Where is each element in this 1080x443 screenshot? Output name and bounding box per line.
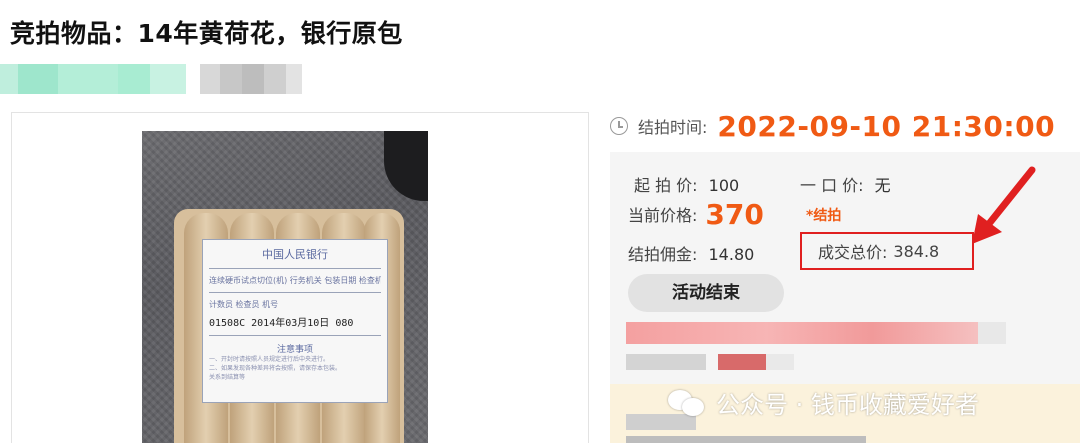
current-price-label: 当前价格: (628, 206, 698, 225)
watermark-text: 公众号 · 钱币收藏爱好者 (716, 391, 979, 419)
blurred-bar-3 (718, 354, 766, 370)
bank-label-note-3: 关系到结算等 (209, 374, 246, 381)
commission-label: 结拍佣金: (628, 245, 698, 264)
item-image-panel: 中国人民银行 连续硬币试点切位(机) 行务机关 包装日期 检查机 计数员 检查员… (11, 112, 589, 443)
start-price: 起 拍 价: 100 (634, 172, 739, 196)
bank-label-handwriting: 01508C 2014年03月10日 080 (209, 318, 354, 329)
current-price: 当前价格: 370 (628, 198, 764, 231)
bank-label-note-2: 二、如果发现各种差异将会按照，请保存本包装。 (209, 365, 342, 372)
auction-ended-button[interactable]: 活动结束 (628, 274, 784, 312)
bank-label-row: 连续硬币试点切位(机) 行务机关 包装日期 检查机 (209, 276, 381, 285)
blurred-bar-1-tail (978, 322, 1006, 344)
end-time-label: 结拍时间: (638, 118, 708, 137)
end-time-value: 2022-09-10 21:30:00 (717, 109, 1056, 143)
blurred-seller-info (0, 64, 302, 94)
bank-label-row-2: 计数员 检查员 机号 (209, 300, 279, 309)
total-price-box: 成交总价: 384.8 (800, 232, 974, 270)
buyout-price: 一 口 价: 无 (800, 172, 891, 196)
red-arrow-icon (972, 166, 1036, 244)
blurred-bar-6 (626, 436, 866, 443)
bank-label-note-1: 一、开封时请按照人员规定进行后中央进行。 (209, 356, 330, 363)
clock-icon (610, 117, 628, 135)
wechat-icon (668, 388, 708, 418)
sold-tag: *结拍 (806, 208, 842, 224)
total-price-value: 384.8 (893, 241, 940, 261)
buyout-price-value: 无 (874, 176, 891, 195)
current-price-value: 370 (705, 198, 764, 231)
item-photo[interactable]: 中国人民银行 连续硬币试点切位(机) 行务机关 包装日期 检查机 计数员 检查员… (142, 131, 428, 443)
blurred-bar-2 (626, 354, 706, 370)
bank-label: 中国人民银行 连续硬币试点切位(机) 行务机关 包装日期 检查机 计数员 检查员… (202, 239, 388, 403)
end-time-row: 结拍时间: 2022-09-10 21:30:00 (610, 108, 1055, 144)
total-price-label: 成交总价: (818, 243, 888, 262)
start-price-label: 起 拍 价: (634, 176, 698, 195)
bank-label-note-title: 注意事项 (276, 345, 313, 355)
commission-value: 14.80 (708, 245, 755, 264)
buyout-price-label: 一 口 价: (800, 176, 864, 195)
blurred-bar-4 (766, 354, 794, 370)
start-price-value: 100 (708, 176, 740, 195)
auction-title: 竞拍物品：14年黄荷花，银行原包 (10, 19, 403, 48)
watermark: 公众号 · 钱币收藏爱好者 (668, 385, 979, 420)
blurred-bar-1 (626, 322, 978, 344)
bank-label-title: 中国人民银行 (262, 248, 328, 261)
commission: 结拍佣金: 14.80 (628, 241, 754, 265)
